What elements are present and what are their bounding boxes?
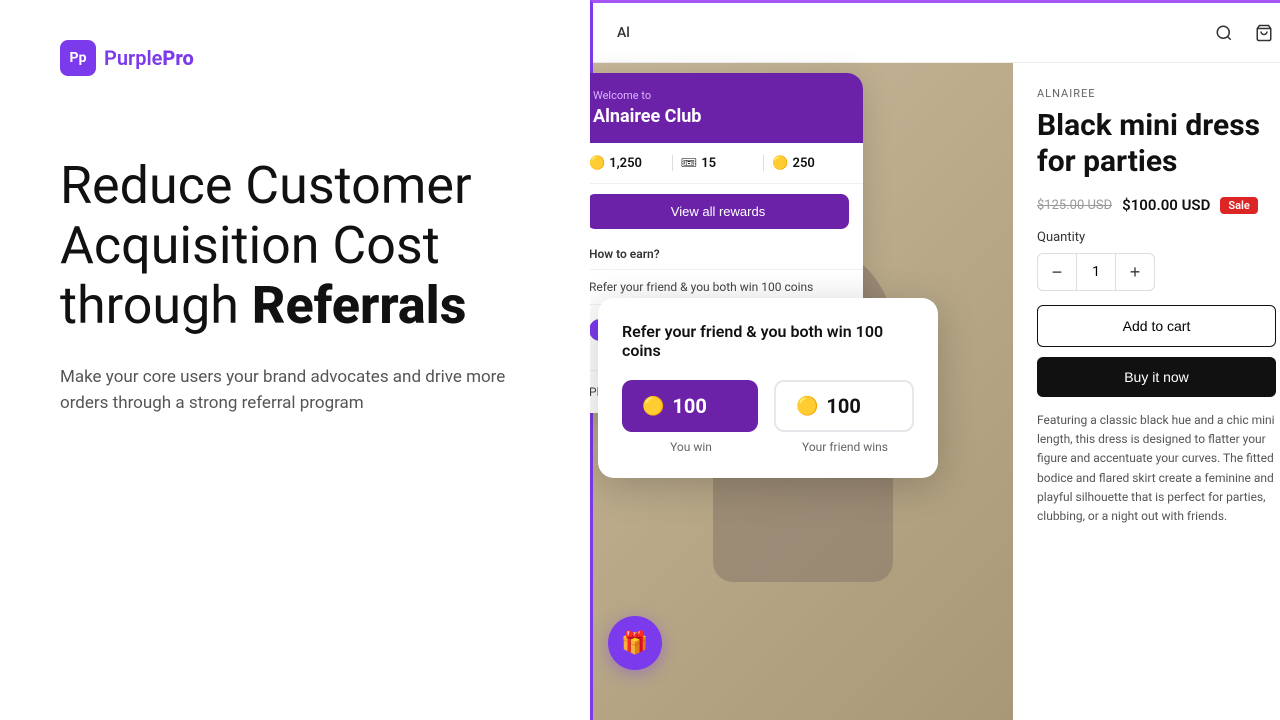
- friend-wins-label: Your friend wins: [776, 436, 914, 454]
- stat-points: 🟡 250: [772, 156, 847, 171]
- coins-value: 1,250: [609, 156, 642, 171]
- widget-header: Welcome to Alnairee Club: [590, 73, 863, 143]
- gift-button[interactable]: 🎁: [608, 616, 662, 670]
- logo-plain: Purple: [104, 46, 162, 70]
- cart-icon[interactable]: [1252, 21, 1276, 45]
- you-win-box: 🟡 100: [622, 380, 758, 432]
- widget-stats: 🟡 1,250 🎟 15 🟡 250: [590, 143, 863, 184]
- points-value: 250: [793, 156, 815, 171]
- you-win-amount: 100: [672, 394, 706, 418]
- view-all-rewards-button[interactable]: View all rewards: [590, 194, 849, 229]
- tickets-value: 15: [701, 156, 716, 171]
- quantity-increase-button[interactable]: +: [1116, 254, 1154, 290]
- how-to-earn-label: How to earn?: [590, 239, 863, 270]
- price-original: $125.00 USD: [1037, 198, 1112, 213]
- quantity-decrease-button[interactable]: −: [1038, 254, 1076, 290]
- shop-header: Al: [593, 3, 1280, 63]
- headline: Reduce Customer Acquisition Cost through…: [60, 156, 530, 335]
- left-panel: Pp PurplePro Reduce Customer Acquisition…: [0, 0, 590, 720]
- logo-icon-text: Pp: [70, 50, 87, 66]
- stat-coins: 🟡 1,250: [590, 156, 664, 171]
- shop-nav-left: Al: [617, 25, 630, 41]
- logo-bold: Pro: [162, 46, 193, 70]
- you-win-coin-icon: 🟡: [642, 396, 664, 417]
- gift-icon: 🎁: [621, 631, 648, 656]
- referral-coins-row: 🟡 100 🟡 100: [622, 380, 914, 432]
- browser-mockup: Al ALNAIREE Black mini dress for parties: [590, 0, 1280, 720]
- logo-icon: Pp: [60, 40, 96, 76]
- stat-tickets: 🎟 15: [681, 156, 756, 171]
- coin-icon: 🟡: [590, 156, 605, 171]
- logo-area: Pp PurplePro: [60, 40, 530, 76]
- product-pricing: $125.00 USD $100.00 USD Sale: [1037, 196, 1276, 214]
- product-title: Black mini dress for parties: [1037, 108, 1276, 180]
- logo-text: PurplePro: [104, 46, 194, 70]
- quantity-label: Quantity: [1037, 230, 1276, 245]
- friend-wins-amount: 100: [826, 394, 860, 418]
- shop-nav-right: [1212, 21, 1276, 45]
- friend-wins-box: 🟡 100: [774, 380, 914, 432]
- price-sale: $100.00 USD: [1122, 196, 1210, 214]
- search-icon[interactable]: [1212, 21, 1236, 45]
- referral-modal: Refer your friend & you both win 100 coi…: [598, 298, 938, 478]
- right-panel: Al ALNAIREE Black mini dress for parties: [590, 0, 1280, 720]
- widget-club-name: Alnairee Club: [593, 106, 843, 127]
- subheadline: Make your core users your brand advocate…: [60, 365, 520, 416]
- widget-welcome-label: Welcome to: [593, 89, 843, 102]
- friend-wins-coin-icon: 🟡: [796, 396, 818, 417]
- you-win-label: You win: [622, 436, 760, 454]
- product-description: Featuring a classic black hue and a chic…: [1037, 411, 1276, 526]
- stat-divider-1: [672, 155, 673, 171]
- quantity-value: 1: [1076, 254, 1116, 290]
- product-brand: ALNAIREE: [1037, 87, 1276, 100]
- stat-divider-2: [763, 155, 764, 171]
- add-to-cart-button[interactable]: Add to cart: [1037, 305, 1276, 347]
- product-info: ALNAIREE Black mini dress for parties $1…: [1013, 63, 1280, 720]
- ticket-icon: 🎟: [681, 156, 698, 171]
- headline-bold: Referrals: [252, 275, 467, 336]
- buy-now-button[interactable]: Buy it now: [1037, 357, 1276, 397]
- points-icon: 🟡: [772, 156, 788, 171]
- referral-modal-title: Refer your friend & you both win 100 coi…: [622, 322, 914, 360]
- quantity-controls: − 1 +: [1037, 253, 1155, 291]
- sale-badge: Sale: [1220, 197, 1257, 214]
- coin-labels-row: You win Your friend wins: [622, 436, 914, 454]
